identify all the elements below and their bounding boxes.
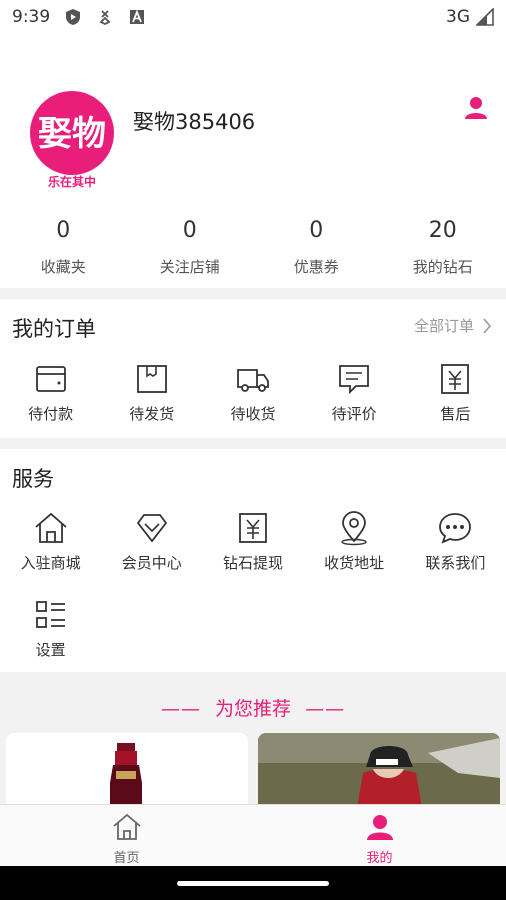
home-indicator[interactable]	[177, 881, 329, 886]
stat-label: 关注店铺	[159, 258, 220, 276]
services-icon-row: 入驻商城 会员中心 钻石提现 收货地址 联系我们	[0, 510, 506, 573]
services-title: 服务	[12, 467, 54, 491]
all-orders-link[interactable]: 全部订单	[414, 315, 492, 336]
stat-value: 20	[428, 218, 457, 243]
box-icon	[136, 365, 167, 393]
truck-icon	[237, 369, 269, 392]
service-address[interactable]: 收货地址	[304, 510, 405, 573]
user-icon[interactable]	[464, 96, 488, 120]
order-pending-shipment[interactable]: 待发货	[101, 361, 202, 424]
service-contact-us[interactable]: 联系我们	[405, 510, 506, 573]
tab-home[interactable]: 首页	[0, 805, 253, 866]
status-bar: 9:39 3G	[0, 0, 506, 34]
font-a-icon	[128, 8, 146, 26]
user-icon	[366, 815, 393, 840]
orders-title: 我的订单	[12, 317, 96, 341]
stat-coupons[interactable]: 0 优惠券	[253, 212, 380, 277]
profile-section: 娶物 乐在其中 娶物385406 0 收藏夹 0 关注店铺 0 优惠券 20 我…	[0, 34, 506, 288]
service-label: 入驻商城	[20, 554, 81, 572]
bottom-tabbar: 首页 我的	[0, 804, 506, 866]
order-label: 待评价	[331, 405, 377, 423]
service-label: 收货地址	[324, 554, 385, 572]
stat-value: 0	[309, 218, 324, 243]
order-pending-receipt[interactable]: 待收货	[202, 361, 303, 424]
system-nav-bar	[0, 866, 506, 900]
service-join-mall[interactable]: 入驻商城	[0, 510, 101, 573]
signal-icon	[476, 8, 494, 26]
all-orders-label: 全部订单	[413, 317, 474, 335]
order-after-sales[interactable]: 售后	[405, 361, 506, 424]
product-card[interactable]	[258, 733, 500, 813]
withdraw-icon	[239, 513, 267, 543]
logo-text: 娶物	[38, 114, 106, 154]
stat-followed-shops[interactable]: 0 关注店铺	[127, 212, 254, 277]
service-settings[interactable]: 设置	[0, 597, 101, 660]
cell-signal-small-icon	[96, 8, 114, 26]
stat-label: 优惠券	[293, 258, 339, 276]
tab-mine[interactable]: 我的	[253, 805, 506, 866]
services-card: 服务 入驻商城 会员中心 钻石提现 收货地址 联系我们 设置	[0, 449, 506, 672]
status-time: 9:39	[12, 7, 51, 27]
stats-row: 0 收藏夹 0 关注店铺 0 优惠券 20 我的钻石	[0, 212, 506, 277]
network-type: 3G	[446, 7, 470, 27]
order-label: 售后	[440, 405, 471, 423]
stat-label: 我的钻石	[412, 258, 473, 276]
refund-icon	[441, 364, 470, 394]
order-label: 待收货	[230, 405, 276, 423]
tab-label: 首页	[113, 851, 140, 866]
services-icon-row-2: 设置	[0, 597, 506, 660]
stat-value: 0	[182, 218, 197, 243]
chat-icon	[439, 513, 472, 544]
order-pending-review[interactable]: 待评价	[304, 361, 405, 424]
stat-favorites[interactable]: 0 收藏夹	[0, 212, 127, 277]
comment-icon	[339, 365, 370, 395]
product-image-photo	[258, 733, 500, 813]
stat-value: 0	[56, 218, 71, 243]
service-member-center[interactable]: 会员中心	[101, 510, 202, 573]
service-label: 联系我们	[425, 554, 486, 572]
service-label: 钻石提现	[222, 554, 283, 572]
recommend-title: 为您推荐	[214, 698, 291, 720]
chevron-right-icon	[483, 317, 492, 334]
home-icon	[112, 813, 141, 840]
order-label: 待付款	[28, 405, 74, 423]
settings-list-icon	[35, 601, 65, 628]
order-label: 待发货	[129, 405, 175, 423]
house-icon	[35, 512, 67, 543]
avatar[interactable]: 娶物 乐在其中	[22, 90, 122, 190]
diamond-icon	[136, 514, 167, 543]
logo-tagline: 乐在其中	[48, 174, 96, 189]
product-card[interactable]	[6, 733, 248, 813]
service-diamond-withdraw[interactable]: 钻石提现	[202, 510, 303, 573]
location-icon	[341, 511, 367, 546]
stat-label: 收藏夹	[40, 258, 86, 276]
tab-label: 我的	[366, 851, 393, 866]
stat-diamonds[interactable]: 20 我的钻石	[380, 212, 506, 277]
service-label: 会员中心	[121, 554, 182, 572]
product-image-wine	[6, 733, 248, 813]
shield-icon	[64, 8, 82, 26]
orders-icon-row: 待付款 待发货 待收货 待评价 售后	[0, 361, 506, 424]
recommend-header: —— 为您推荐 ——	[160, 698, 346, 720]
orders-card: 我的订单 全部订单 待付款 待发货 待收货 待评价 售后	[0, 299, 506, 438]
order-pending-payment[interactable]: 待付款	[0, 361, 101, 424]
wallet-icon	[35, 366, 66, 392]
username: 娶物385406	[133, 110, 256, 134]
service-label: 设置	[35, 641, 66, 659]
